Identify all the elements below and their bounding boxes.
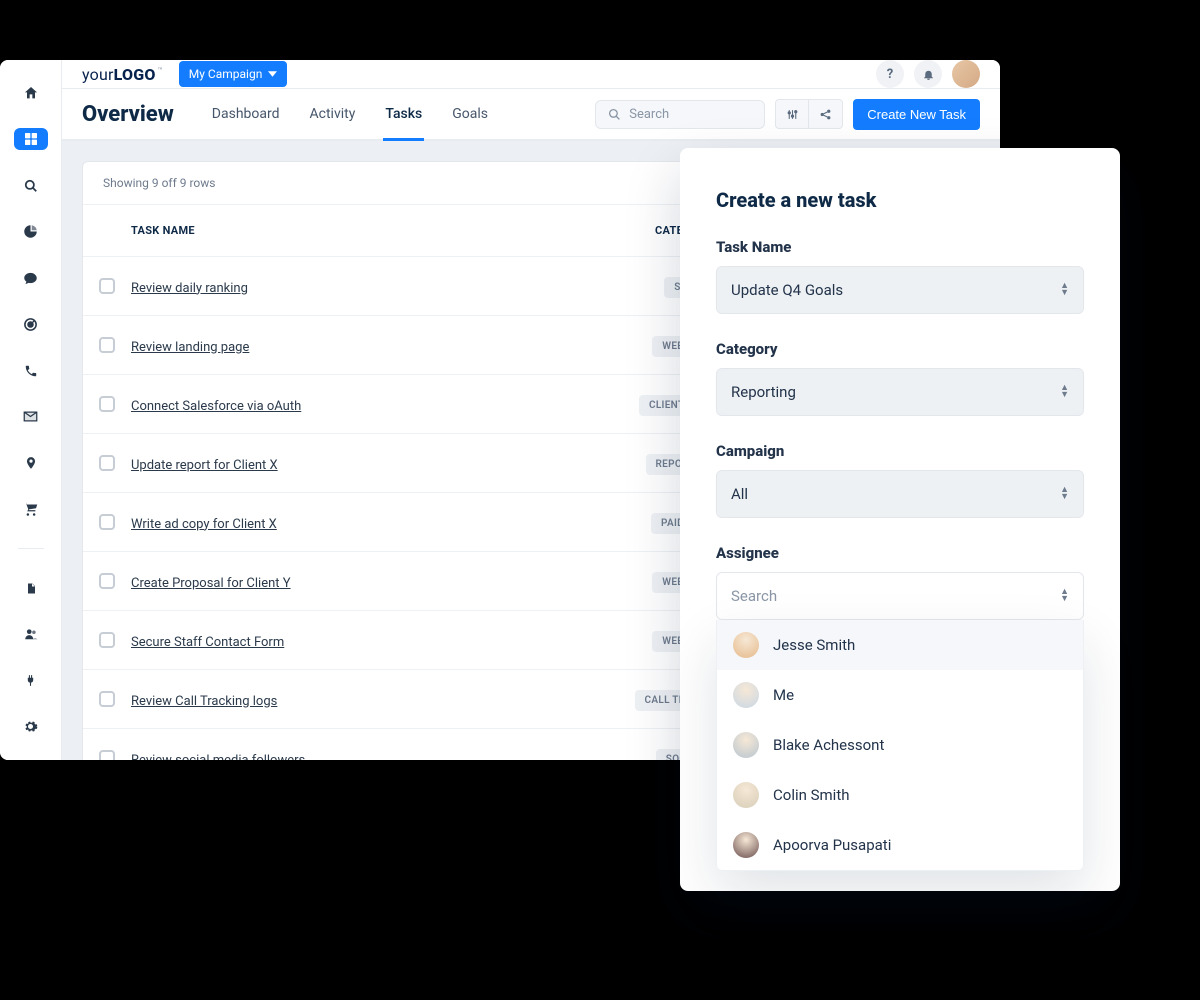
sidebar — [0, 60, 62, 760]
task-link[interactable]: Secure Staff Contact Form — [131, 635, 284, 650]
row-checkbox[interactable] — [99, 278, 115, 294]
notifications-button[interactable] — [914, 60, 942, 88]
tab-tasks[interactable]: Tasks — [383, 89, 424, 139]
row-checkbox[interactable] — [99, 632, 115, 648]
row-checkbox[interactable] — [99, 514, 115, 530]
row-checkbox[interactable] — [99, 337, 115, 353]
row-checkbox[interactable] — [99, 396, 115, 412]
search-input[interactable]: Search — [595, 100, 765, 129]
task-link[interactable]: Review landing page — [131, 340, 249, 355]
help-button[interactable]: ? — [876, 60, 904, 88]
file-icon[interactable] — [14, 577, 48, 599]
campaign-select[interactable]: All ▲▼ — [716, 470, 1084, 518]
assignee-search[interactable]: Search ▲▼ — [716, 572, 1084, 620]
avatar-icon — [733, 632, 759, 658]
chat-icon[interactable] — [14, 267, 48, 289]
task-link[interactable]: Review social media followers — [131, 753, 305, 761]
campaign-selector[interactable]: My Campaign — [179, 61, 288, 87]
row-checkbox[interactable] — [99, 750, 115, 760]
assignee-label: Assignee — [716, 544, 1084, 562]
updown-icon: ▲▼ — [1060, 589, 1069, 603]
tab-activity[interactable]: Activity — [308, 89, 358, 139]
user-avatar[interactable] — [952, 60, 980, 88]
create-task-button[interactable]: Create New Task — [853, 99, 980, 130]
task-link[interactable]: Review Call Tracking logs — [131, 694, 277, 709]
updown-icon: ▲▼ — [1060, 283, 1069, 297]
search-icon[interactable] — [14, 174, 48, 196]
assignee-option[interactable]: Jesse Smith — [717, 620, 1083, 670]
gear-icon[interactable] — [14, 716, 48, 738]
campaign-label: Campaign — [716, 442, 1084, 460]
avatar-icon — [733, 732, 759, 758]
category-select[interactable]: Reporting ▲▼ — [716, 368, 1084, 416]
task-link[interactable]: Create Proposal for Client Y — [131, 576, 291, 591]
task-link[interactable]: Write ad copy for Client X — [131, 517, 277, 532]
task-link[interactable]: Review daily ranking — [131, 281, 248, 296]
assignee-option[interactable]: Colin Smith — [717, 770, 1083, 820]
row-checkbox[interactable] — [99, 573, 115, 589]
campaign-value: All — [731, 485, 748, 503]
assignee-dropdown: Jesse Smith Me Blake Achessont Colin Smith A… — [716, 620, 1084, 871]
chevron-down-icon — [268, 71, 277, 77]
panel-title: Create a new task — [716, 188, 1084, 212]
task-link[interactable]: Connect Salesforce via oAuth — [131, 399, 301, 414]
assignee-name: Jesse Smith — [773, 636, 855, 654]
page-header: Overview Dashboard Activity Tasks Goals Sea… — [62, 89, 1000, 141]
task-link[interactable]: Update report for Client X — [131, 458, 278, 473]
chart-pie-icon[interactable] — [14, 221, 48, 243]
tab-dashboard[interactable]: Dashboard — [210, 89, 282, 139]
search-placeholder: Search — [629, 107, 669, 122]
search-icon — [608, 108, 621, 121]
pin-icon[interactable] — [14, 452, 48, 474]
category-label: Category — [716, 340, 1084, 358]
updown-icon: ▲▼ — [1060, 385, 1069, 399]
assignee-name: Blake Achessont — [773, 736, 884, 754]
assignee-name: Apoorva Pusapati — [773, 836, 891, 854]
updown-icon: ▲▼ — [1060, 487, 1069, 501]
topbar: yourLOGO™ My Campaign ? — [62, 60, 1000, 89]
mail-icon[interactable] — [14, 406, 48, 428]
page-title: Overview — [82, 102, 174, 127]
sidebar-separator — [18, 548, 44, 549]
tabs: Dashboard Activity Tasks Goals — [210, 89, 490, 139]
plug-icon[interactable] — [14, 669, 48, 691]
assignee-option[interactable]: Blake Achessont — [717, 720, 1083, 770]
toolbar-group — [775, 99, 843, 129]
campaign-selector-label: My Campaign — [189, 67, 263, 81]
cart-icon[interactable] — [14, 498, 48, 520]
row-checkbox[interactable] — [99, 691, 115, 707]
create-task-panel: Create a new task Task Name Update Q4 Go… — [680, 148, 1120, 891]
col-task-name: TASK NAME — [131, 206, 619, 255]
assignee-placeholder: Search — [731, 587, 777, 605]
grid-icon[interactable] — [14, 128, 48, 150]
row-checkbox[interactable] — [99, 455, 115, 471]
share-button[interactable] — [809, 99, 843, 129]
avatar-icon — [733, 832, 759, 858]
avatar-icon — [733, 782, 759, 808]
users-icon[interactable] — [14, 623, 48, 645]
phone-icon[interactable] — [14, 359, 48, 381]
avatar-icon — [733, 682, 759, 708]
assignee-name: Me — [773, 686, 794, 704]
filter-button[interactable] — [775, 99, 809, 129]
home-icon[interactable] — [14, 82, 48, 104]
logo: yourLOGO™ — [82, 65, 163, 84]
task-name-select[interactable]: Update Q4 Goals ▲▼ — [716, 266, 1084, 314]
assignee-option[interactable]: Me — [717, 670, 1083, 720]
target-icon[interactable] — [14, 313, 48, 335]
assignee-option[interactable]: Apoorva Pusapati — [717, 820, 1083, 870]
assignee-name: Colin Smith — [773, 786, 850, 804]
task-name-label: Task Name — [716, 238, 1084, 256]
category-value: Reporting — [731, 383, 796, 401]
tab-goals[interactable]: Goals — [450, 89, 490, 139]
task-name-value: Update Q4 Goals — [731, 281, 843, 299]
